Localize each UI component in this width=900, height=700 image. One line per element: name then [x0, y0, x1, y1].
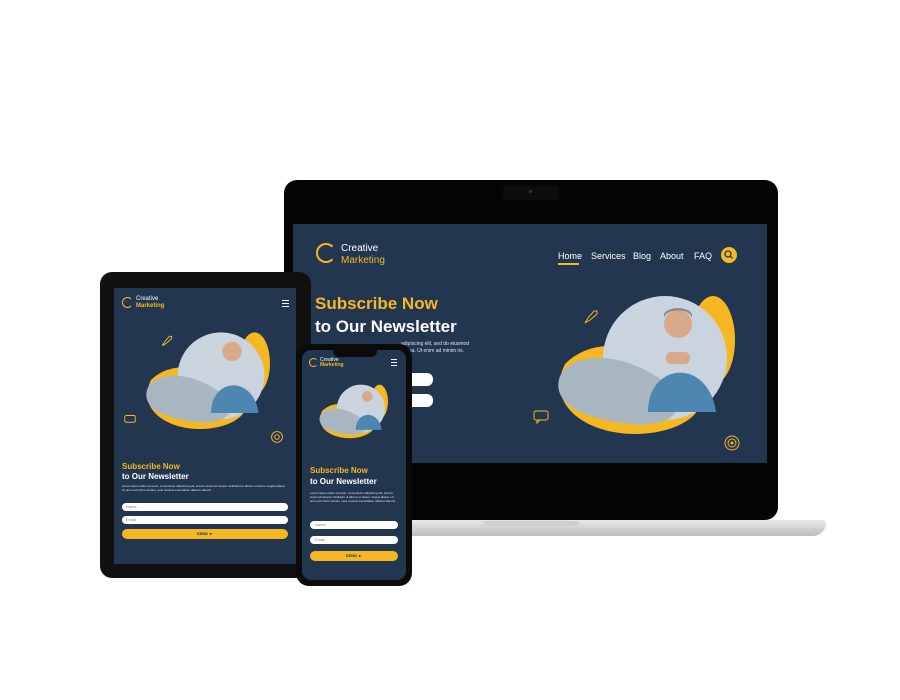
phone-notch [333, 350, 377, 357]
hero-title-line2: to Our Newsletter [315, 317, 457, 336]
email-placeholder: Email [315, 537, 326, 542]
phone-screen: Creative Marketing Subscribe Now to Our … [302, 350, 406, 580]
email-placeholder: Email [126, 517, 137, 522]
send-button[interactable]: SEND ► [310, 551, 398, 561]
logo-text-creative: Creative [136, 296, 159, 302]
nav-about[interactable]: About [660, 251, 684, 261]
laptop-trackpad-notch [483, 521, 579, 526]
logo-icon [309, 358, 318, 367]
email-field[interactable] [122, 516, 288, 524]
person-illustration [355, 391, 382, 430]
menu-icon[interactable] [282, 300, 289, 309]
target-icon [724, 435, 740, 451]
menu-icon[interactable] [391, 359, 397, 368]
send-button[interactable]: SEND ► [122, 529, 288, 539]
hero-title-line2: to Our Newsletter [122, 472, 189, 481]
logo-text-marketing: Marketing [320, 362, 344, 368]
hero-title-line1: Subscribe Now [315, 294, 438, 313]
chat-icon [533, 410, 549, 425]
logo-text-creative: Creative [341, 243, 379, 254]
logo-icon [316, 243, 336, 263]
search-button[interactable] [721, 247, 737, 263]
nav-faq[interactable]: FAQ [694, 251, 712, 261]
nav-home[interactable]: Home [558, 251, 582, 261]
name-placeholder: Name [315, 522, 326, 527]
hero-title-line1: Subscribe Now [122, 462, 180, 471]
nav-services[interactable]: Services [591, 251, 626, 261]
rocket-icon [161, 335, 173, 347]
hero-body-text: adipiscing elit, sed do eiusmod aliqua. … [401, 341, 470, 354]
logo-text-marketing: Marketing [136, 303, 165, 309]
hero-title-line2: to Our Newsletter [310, 477, 377, 486]
target-icon [271, 431, 283, 443]
nav-home-underline [558, 263, 579, 265]
laptop-camera [503, 186, 559, 200]
person-illustration [211, 341, 259, 413]
person-illustration [648, 308, 716, 412]
hero-body-text: Lorem ipsum dolor sit amet, consectetur … [122, 484, 286, 493]
chat-icon [124, 415, 136, 423]
name-placeholder: Name [126, 504, 137, 509]
search-icon [724, 250, 733, 259]
nav-blog[interactable]: Blog [633, 251, 651, 261]
hero-body-text: Lorem ipsum dolor sit amet, consectetur … [310, 491, 396, 504]
tablet-screen: Creative Marketing Subscribe Now to Our … [114, 288, 296, 564]
rocket-icon [584, 310, 598, 324]
hero-title-line1: Subscribe Now [310, 466, 368, 475]
camera-dot [529, 190, 532, 193]
name-field[interactable] [122, 503, 288, 511]
logo-icon [122, 297, 133, 308]
logo-text-marketing: Marketing [341, 255, 385, 266]
